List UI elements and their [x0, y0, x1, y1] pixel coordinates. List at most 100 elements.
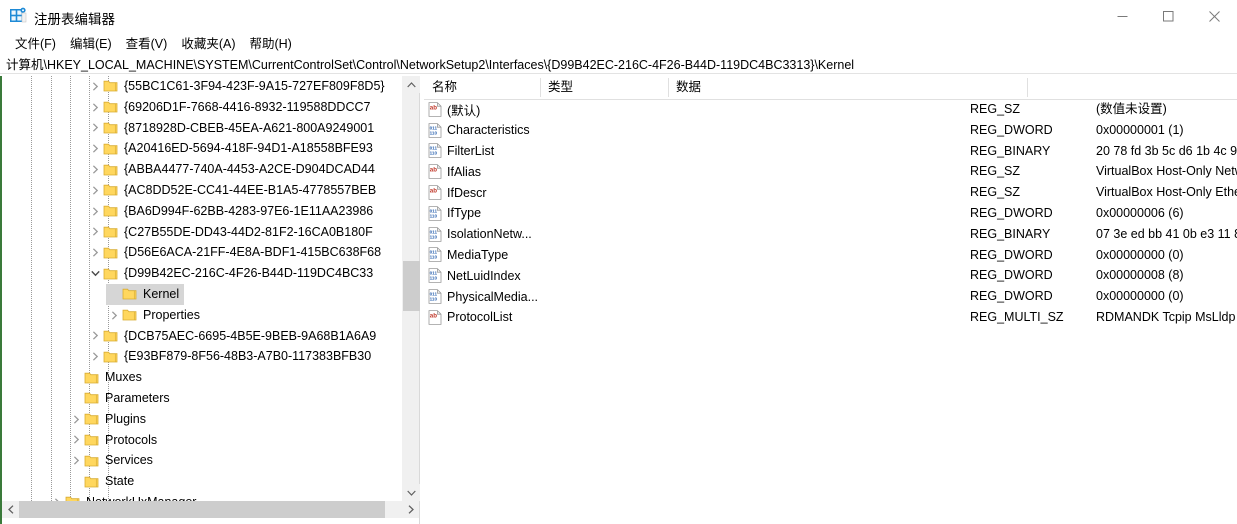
value-row[interactable]: 011 110 IfType REG_DWORD 0x00000006 (6): [424, 203, 1237, 224]
value-row[interactable]: 011 110 NetLuidIndex REG_DWORD 0x00000008 (8…: [424, 265, 1237, 286]
value-row[interactable]: 011 110 IsolationNetw... REG_BINARY 07 3e ed…: [424, 224, 1237, 245]
chevron-right-icon[interactable]: [87, 180, 103, 201]
chevron-right-icon[interactable]: [87, 97, 103, 118]
tree-item-parameters[interactable]: Parameters: [2, 388, 404, 409]
column-header-data[interactable]: 数据: [668, 76, 1027, 98]
address-bar[interactable]: 计算机\HKEY_LOCAL_MACHINE\SYSTEM\CurrentCon…: [0, 53, 1237, 74]
tree-item-networkuxmanager[interactable]: NetworkUxManager: [2, 492, 404, 501]
value-row[interactable]: ab ProtocolList REG_MULTI_SZ RDMANDK Tcpip …: [424, 307, 1237, 328]
scroll-down-icon[interactable]: [403, 484, 420, 501]
value-row[interactable]: 011 110 MediaType REG_DWORD 0x00000000 (0): [424, 245, 1237, 266]
tree-item-label: {C27B55DE-DD43-44D2-81F2-16CA0B180F: [124, 224, 373, 239]
value-name: IsolationNetw...: [447, 227, 532, 242]
value-data: 07 3e ed bb 41 0b e3 11 82 49 80 6e 6f 6…: [1096, 226, 1237, 241]
tree-horizontal-scrollbar[interactable]: [2, 501, 419, 518]
value-data: VirtualBox Host-Only Ethernet Adapter: [1096, 185, 1237, 200]
tree-item-label: {E93BF879-8F56-48B3-A7B0-117383BFB30: [124, 349, 372, 364]
svg-text:ab: ab: [430, 167, 437, 174]
chevron-right-icon[interactable]: [87, 159, 103, 180]
tree-item-c27b55dedd4344d281f2[interactable]: {C27B55DE-DD43-44D2-81F2-16CA0B180F: [2, 222, 404, 243]
chevron-right-icon[interactable]: [87, 326, 103, 347]
value-row[interactable]: 011 110 FilterList REG_BINARY 20 78 fd 3b 5c…: [424, 141, 1237, 162]
value-name-cell: 011 110 FilterList: [428, 141, 494, 162]
svg-text:ab: ab: [430, 104, 437, 111]
tree-item-state[interactable]: State: [2, 471, 404, 492]
value-name-cell: 011 110 PhysicalMedia...: [428, 286, 538, 307]
tree-item-dcb75aec66954b5e9beb[interactable]: {DCB75AEC-6695-4B5E-9BEB-9A68B1A6A9: [2, 326, 404, 347]
value-name: IfDescr: [447, 185, 487, 200]
tree-item-ba6d994f62bb428397e6[interactable]: {BA6D994F-62BB-4283-97E6-1E11AA23986: [2, 201, 404, 222]
registry-tree[interactable]: {55BC1C61-3F94-423F-9A15-727EF809F8D5} {6…: [2, 76, 404, 501]
folder-icon: [103, 120, 119, 136]
tree-item-8718928dcbeb45eaa621[interactable]: {8718928D-CBEB-45EA-A621-800A9249001: [2, 118, 404, 139]
value-row[interactable]: ab IfAlias REG_SZ VirtualBox Host-Only Netw…: [424, 161, 1237, 182]
scroll-right-icon[interactable]: [402, 501, 419, 518]
menu-favorites[interactable]: 收藏夹(A): [174, 31, 242, 54]
tree-item-muxes[interactable]: Muxes: [2, 367, 404, 388]
binary-value-icon: 011 110: [428, 268, 442, 284]
folder-icon: [122, 286, 138, 302]
folder-icon: [84, 411, 100, 427]
tree-item-kernel[interactable]: Kernel: [2, 283, 404, 305]
chevron-right-icon[interactable]: [87, 76, 103, 97]
tree-item-69206d1f766844168932[interactable]: {69206D1F-7668-4416-8932-119588DDCC7: [2, 97, 404, 118]
chevron-down-icon[interactable]: [87, 263, 103, 284]
chevron-right-icon[interactable]: [87, 201, 103, 222]
binary-value-icon: 011 110: [428, 289, 442, 304]
chevron-right-icon[interactable]: [87, 346, 103, 367]
menu-view[interactable]: 查看(V): [119, 31, 175, 54]
maximize-button[interactable]: [1145, 0, 1191, 32]
tree-item-d56e6aca21ff4e8abdf1[interactable]: {D56E6ACA-21FF-4E8A-BDF1-415BC638F68: [2, 242, 404, 263]
value-row[interactable]: ab (默认) REG_SZ (数值未设置): [424, 99, 1237, 120]
chevron-right-icon[interactable]: [68, 430, 84, 451]
tree-item-services[interactable]: Services: [2, 450, 404, 471]
menu-edit[interactable]: 编辑(E): [63, 31, 119, 54]
tree-item-properties[interactable]: Properties: [2, 305, 404, 326]
tree-scroll-thumb[interactable]: [403, 261, 420, 311]
scroll-up-icon[interactable]: [403, 76, 420, 93]
tree-hscroll-thumb[interactable]: [19, 501, 385, 518]
folder-icon: [103, 328, 119, 344]
tree-item-abba4477740a4453a2ce[interactable]: {ABBA4477-740A-4453-A2CE-D904DCAD44: [2, 159, 404, 180]
scroll-left-icon[interactable]: [2, 501, 19, 518]
value-row[interactable]: 011 110 Characteristics REG_DWORD 0x00000001…: [424, 120, 1237, 141]
registry-editor-window: 注册表编辑器 文件(F) 编辑(E) 查看(V) 收藏夹(A) 帮助(H) 计算…: [0, 0, 1237, 524]
value-row[interactable]: 011 110 PhysicalMedia... REG_DWORD 0x0000000…: [424, 286, 1237, 307]
tree-item-protocols[interactable]: Protocols: [2, 430, 404, 451]
menu-file[interactable]: 文件(F): [8, 31, 63, 54]
value-type: REG_SZ: [970, 102, 1021, 116]
tree-item-d99b42ec216c4f26b44d[interactable]: {D99B42EC-216C-4F26-B44D-119DC4BC33: [2, 263, 404, 284]
tree-item-55bc1c613f94423f9a15[interactable]: {55BC1C61-3F94-423F-9A15-727EF809F8D5}: [2, 76, 404, 97]
close-button[interactable]: [1191, 0, 1237, 32]
chevron-right-icon[interactable]: [106, 305, 122, 326]
menu-help[interactable]: 帮助(H): [242, 31, 298, 54]
tree-item-e93bf8798f5648b3a7b0[interactable]: {E93BF879-8F56-48B3-A7B0-117383BFB30: [2, 346, 404, 367]
folder-icon: [103, 266, 119, 282]
folder-icon: [84, 453, 100, 469]
chevron-right-icon[interactable]: [87, 118, 103, 139]
tree-item-plugins[interactable]: Plugins: [2, 409, 404, 430]
tree-item-label: {A20416ED-5694-418F-94D1-A18558BFE93: [124, 141, 373, 156]
chevron-right-icon[interactable]: [68, 450, 84, 471]
window-controls: [1099, 0, 1237, 32]
chevron-right-icon[interactable]: [87, 222, 103, 243]
folder-icon: [84, 390, 100, 406]
tree-item-ac8dd52ecc4144eeb1a5[interactable]: {AC8DD52E-CC41-44EE-B1A5-4778557BEB: [2, 180, 404, 201]
svg-text:110: 110: [430, 276, 438, 281]
tree-item-a20416ed5694418f94d1[interactable]: {A20416ED-5694-418F-94D1-A18558BFE93: [2, 138, 404, 159]
value-name: MediaType: [447, 247, 509, 262]
chevron-right-icon[interactable]: [68, 409, 84, 430]
column-header-type[interactable]: 类型: [540, 76, 668, 98]
column-header-name[interactable]: 名称: [424, 76, 540, 98]
tree-vertical-scrollbar[interactable]: [402, 76, 420, 501]
svg-text:110: 110: [430, 255, 438, 260]
chevron-right-icon[interactable]: [87, 242, 103, 263]
chevron-right-icon[interactable]: [49, 492, 65, 501]
chevron-right-icon[interactable]: [87, 138, 103, 159]
value-row[interactable]: ab IfDescr REG_SZ VirtualBox Host-Only Ethe…: [424, 182, 1237, 203]
string-value-icon: ab: [428, 310, 442, 325]
value-name: IfAlias: [447, 164, 482, 179]
minimize-button[interactable]: [1099, 0, 1145, 32]
folder-icon: [103, 224, 119, 240]
values-list[interactable]: ab (默认) REG_SZ (数值未设置) 011 110 Characteristics…: [424, 99, 1237, 328]
